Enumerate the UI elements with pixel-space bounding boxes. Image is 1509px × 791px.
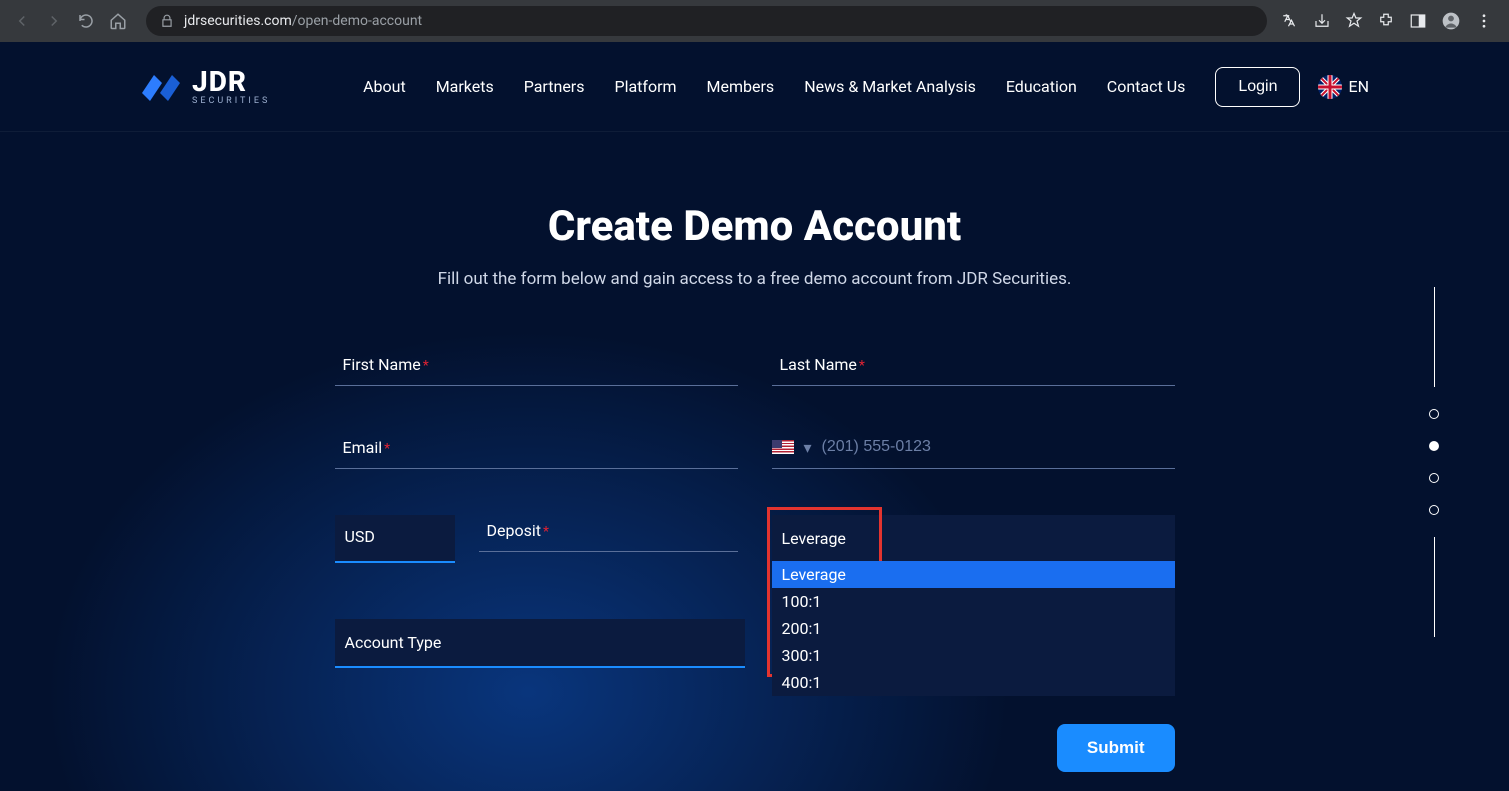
leverage-dropdown: Leverage 100:1 200:1 300:1 400:1 [772,561,1175,696]
uk-flag-icon [1318,75,1342,99]
section-dot-4[interactable] [1429,505,1439,515]
page-section-indicator [1429,287,1439,637]
language-code: EN [1348,77,1369,96]
last-name-field: Last Name* [772,349,1175,386]
nav-education[interactable]: Education [1006,77,1077,96]
email-input[interactable] [335,432,738,469]
page-title: Create Demo Account [335,202,1175,251]
forward-button[interactable] [40,7,68,35]
page-subtitle: Fill out the form below and gain access … [335,269,1175,289]
home-button[interactable] [104,7,132,35]
leverage-select[interactable]: Leverage [772,515,1175,563]
url-domain: jdrsecurities.com [184,13,292,29]
login-button[interactable]: Login [1215,67,1300,107]
site-header: JDR SECURITIES About Markets Partners Pl… [0,42,1509,132]
leverage-option-200[interactable]: 200:1 [772,615,1175,642]
submit-button[interactable]: Submit [1057,724,1175,772]
logo-mark-icon [140,69,184,105]
section-dot-1[interactable] [1429,409,1439,419]
share-icon[interactable] [1313,12,1331,30]
section-dot-3[interactable] [1429,473,1439,483]
currency-select[interactable]: USD [335,515,455,563]
demo-account-form: First Name* Last Name* Email* ▾ USD Depo… [335,349,1175,772]
translate-icon[interactable] [1281,12,1299,30]
first-name-field: First Name* [335,349,738,386]
nav-members[interactable]: Members [707,77,775,96]
phone-field: ▾ [772,432,1175,469]
browser-chrome: jdrsecurities.com/open-demo-account [0,0,1509,42]
leverage-option-400[interactable]: 400:1 [772,669,1175,696]
email-field: Email* [335,432,738,469]
url-bar[interactable]: jdrsecurities.com/open-demo-account [146,6,1267,36]
indicator-line-bottom [1434,537,1435,637]
nav-platform[interactable]: Platform [614,77,676,96]
logo-title: JDR [192,68,270,96]
extensions-icon[interactable] [1377,12,1395,30]
menu-dots-icon[interactable] [1475,12,1493,30]
section-dot-2[interactable] [1429,441,1439,451]
account-type-select[interactable]: Account Type [335,619,745,668]
phone-input[interactable] [822,438,1175,456]
lock-icon [160,14,174,28]
bookmark-star-icon[interactable] [1345,12,1363,30]
deposit-input[interactable] [479,515,738,552]
nav-markets[interactable]: Markets [436,77,494,96]
leverage-field: Leverage Leverage 100:1 200:1 300:1 400:… [772,515,1175,563]
page-body: Create Demo Account Fill out the form be… [0,132,1509,791]
leverage-option-300[interactable]: 300:1 [772,642,1175,669]
indicator-line-top [1434,287,1435,387]
logo-subtitle: SECURITIES [192,96,270,106]
url-path: /open-demo-account [292,13,422,29]
chevron-down-icon[interactable]: ▾ [804,438,812,457]
leverage-option-placeholder[interactable]: Leverage [772,561,1175,588]
main-nav: About Markets Partners Platform Members … [363,77,1185,96]
nav-news[interactable]: News & Market Analysis [804,77,976,96]
profile-icon[interactable] [1441,11,1461,31]
back-button[interactable] [8,7,36,35]
language-switcher[interactable]: EN [1318,75,1369,99]
leverage-option-100[interactable]: 100:1 [772,588,1175,615]
first-name-input[interactable] [335,349,738,386]
reload-button[interactable] [72,7,100,35]
nav-about[interactable]: About [363,77,406,96]
panel-icon[interactable] [1409,12,1427,30]
nav-contact[interactable]: Contact Us [1107,77,1186,96]
logo[interactable]: JDR SECURITIES [140,68,270,106]
nav-partners[interactable]: Partners [524,77,585,96]
us-flag-icon[interactable] [772,440,794,454]
deposit-field: Deposit* [479,515,738,563]
last-name-input[interactable] [772,349,1175,386]
